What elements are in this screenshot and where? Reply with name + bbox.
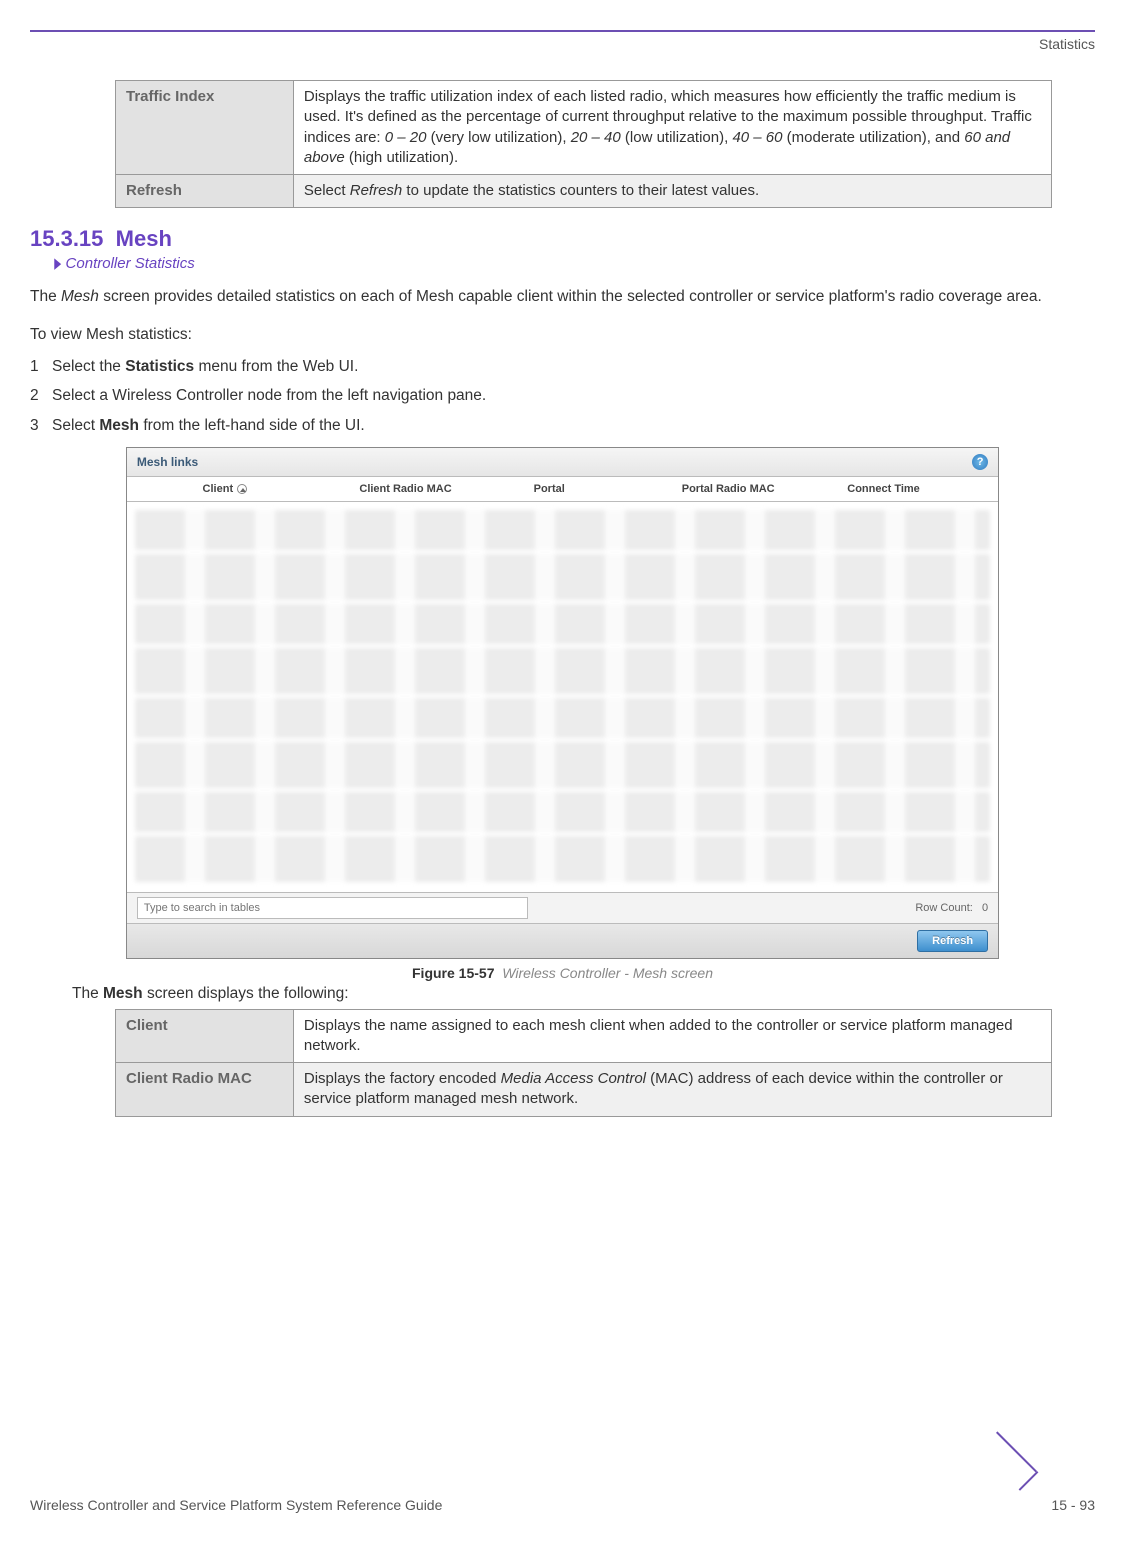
doc-title: Wireless Controller and Service Platform… (30, 1497, 442, 1513)
page-number: 15 - 93 (1051, 1497, 1095, 1513)
step-item: 2Select a Wireless Controller node from … (30, 385, 1095, 407)
row-count-value: 0 (982, 902, 988, 914)
help-icon[interactable]: ? (972, 454, 988, 470)
table-body-empty (127, 502, 998, 892)
definition-label: Client (116, 1009, 294, 1063)
step-item: 1Select the Statistics menu from the Web… (30, 356, 1095, 378)
definition-description: Displays the name assigned to each mesh … (293, 1009, 1051, 1063)
sort-asc-icon[interactable] (237, 484, 247, 494)
table-footer-search-row: Row Count: 0 (127, 892, 998, 923)
section-title: Mesh (116, 226, 172, 251)
arrow-icon: ▶ (54, 254, 61, 272)
definition-label: Traffic Index (116, 81, 294, 175)
figure-caption-label: Figure 15-57 (412, 965, 494, 981)
row-count-label: Row Count: (915, 902, 972, 914)
step-number: 3 (30, 415, 52, 437)
table-row (135, 510, 990, 550)
page-footer: Wireless Controller and Service Platform… (30, 1471, 1095, 1513)
col-connect-time[interactable]: Connect Time (841, 483, 998, 495)
subref-text: Controller Statistics (66, 255, 195, 272)
definitions-table-bottom: ClientDisplays the name assigned to each… (115, 1009, 1052, 1117)
steps-list: 1Select the Statistics menu from the Web… (30, 356, 1095, 437)
col-client-label: Client (203, 483, 234, 495)
step-item: 3Select Mesh from the left-hand side of … (30, 415, 1095, 437)
figure-caption: Figure 15-57 Wireless Controller - Mesh … (126, 965, 999, 981)
table-header-row: Client Client Radio MAC Portal Portal Ra… (127, 477, 998, 502)
step-number: 1 (30, 356, 52, 378)
step-number: 2 (30, 385, 52, 407)
table-row (135, 836, 990, 882)
table-footer-button-row: Refresh (127, 923, 998, 958)
definition-description: Displays the factory encoded Media Acces… (293, 1063, 1051, 1117)
table-row (135, 604, 990, 644)
below-figure-text: The Mesh screen displays the following: (72, 985, 1095, 1003)
definition-label: Client Radio MAC (116, 1063, 294, 1117)
section-number: 15.3.15 (30, 226, 103, 251)
row-count: Row Count: 0 (915, 902, 988, 914)
panel-title: Mesh links (137, 455, 198, 469)
col-portal-radio-mac[interactable]: Portal Radio MAC (676, 483, 842, 495)
definition-description: Select Refresh to update the statistics … (293, 175, 1051, 208)
panel-titlebar: Mesh links ? (127, 448, 998, 477)
section-subref: ▶ Controller Statistics (52, 254, 1095, 272)
col-client-radio-mac[interactable]: Client Radio MAC (353, 483, 527, 495)
table-row (135, 742, 990, 788)
section-heading: 15.3.15 Mesh (30, 226, 1095, 252)
checkmark-icon (999, 1471, 1041, 1513)
table-row (135, 698, 990, 738)
col-portal[interactable]: Portal (528, 483, 676, 495)
figure-wrapper: Mesh links ? Client Client Radio MAC Por… (126, 447, 999, 981)
intro-paragraph: The Mesh screen provides detailed statis… (30, 286, 1095, 308)
definition-label: Refresh (116, 175, 294, 208)
col-client[interactable]: Client (197, 483, 354, 495)
definition-description: Displays the traffic utilization index o… (293, 81, 1051, 175)
table-row (135, 554, 990, 600)
table-row (135, 648, 990, 694)
table-row (135, 792, 990, 832)
refresh-button[interactable]: Refresh (917, 930, 988, 952)
figure-caption-text: Wireless Controller - Mesh screen (502, 965, 713, 981)
search-input[interactable] (137, 897, 529, 919)
lead-paragraph: To view Mesh statistics: (30, 324, 1095, 346)
header-section-label: Statistics (30, 32, 1095, 80)
mesh-links-panel: Mesh links ? Client Client Radio MAC Por… (126, 447, 999, 959)
definitions-table-top: Traffic IndexDisplays the traffic utiliz… (115, 80, 1052, 208)
